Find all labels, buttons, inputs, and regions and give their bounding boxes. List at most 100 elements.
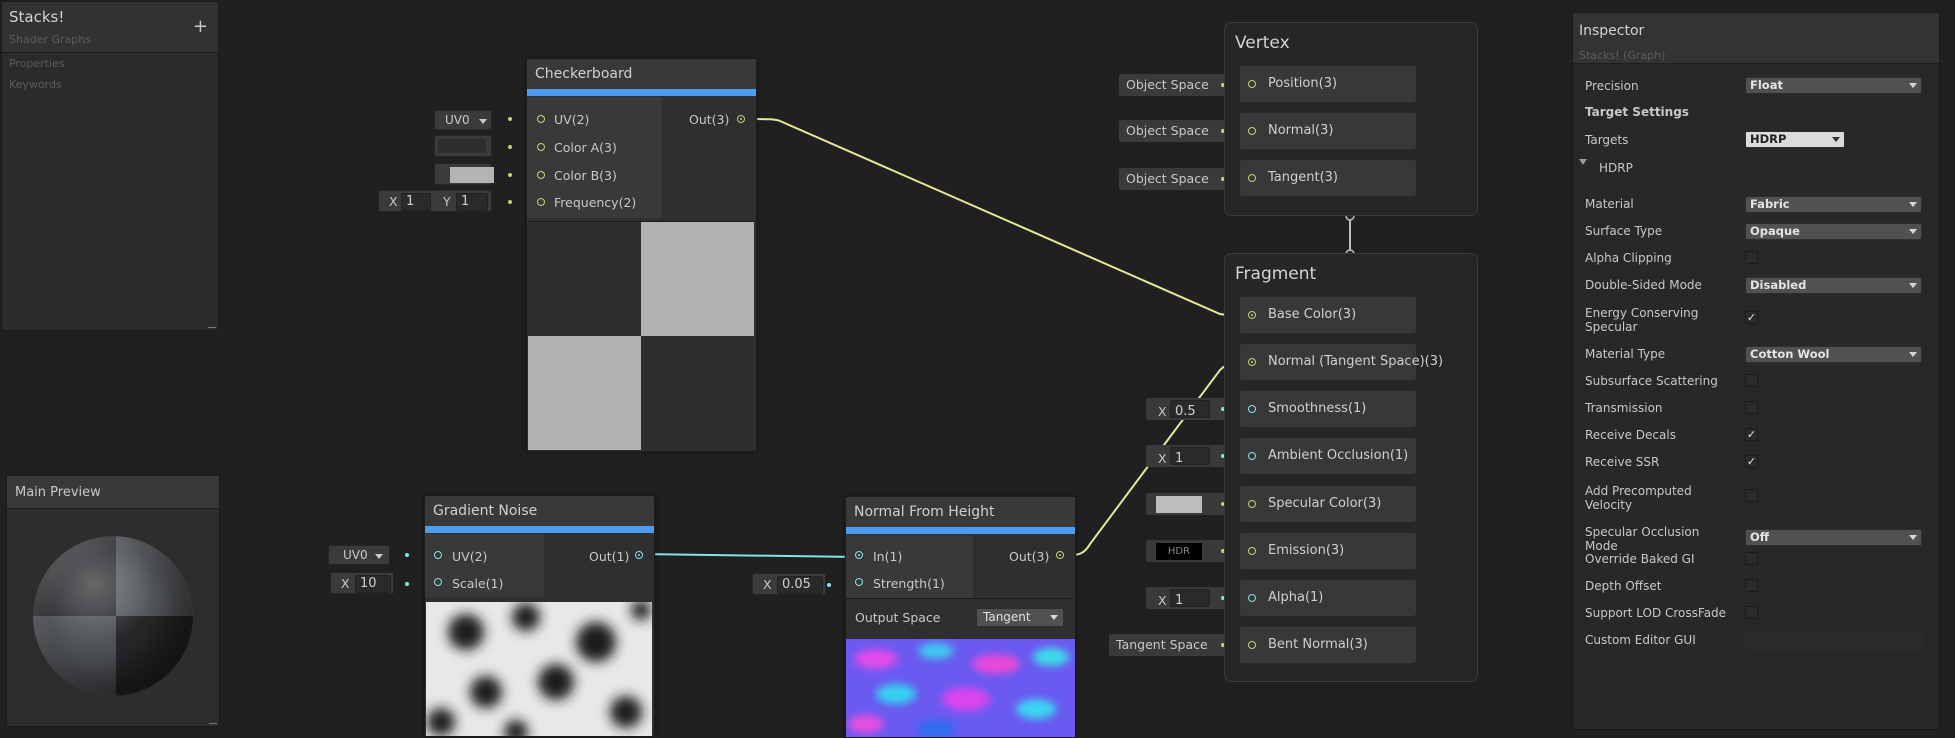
smoothness-field[interactable]: X 0.5 xyxy=(1146,398,1225,420)
port-noise-out[interactable]: Out(1) xyxy=(589,549,629,564)
preview-resize-handle[interactable] xyxy=(209,723,217,724)
noise-scale-field[interactable]: X 10 xyxy=(330,572,394,594)
fragment-stack[interactable]: Fragment Base Color(3) Normal (Tangent S… xyxy=(1224,253,1478,682)
block-specular-color[interactable]: Specular Color(3) xyxy=(1239,485,1417,523)
block-alpha[interactable]: Alpha(1) xyxy=(1239,579,1417,617)
inspector-dropdown[interactable]: Cotton Wool xyxy=(1745,346,1922,363)
uv-port-dot[interactable] xyxy=(537,115,545,123)
alpha-input[interactable]: 1 xyxy=(1170,589,1210,608)
port-noise-scale[interactable]: Scale(1) xyxy=(452,576,503,591)
precision-dropdown[interactable]: Float xyxy=(1745,77,1922,94)
checkerboard-node[interactable]: Checkerboard UV(2) Color A(3) Color B(3)… xyxy=(526,58,757,452)
position-port-dot[interactable] xyxy=(1248,80,1256,88)
bent-normal-port-dot[interactable] xyxy=(1248,641,1256,649)
base-color-port-dot[interactable] xyxy=(1248,311,1256,319)
smoothness-port-dot[interactable] xyxy=(1248,405,1256,413)
specular-color-field[interactable] xyxy=(1146,493,1225,515)
noise-scale-input[interactable]: 10 xyxy=(355,575,391,593)
block-tangent[interactable]: Tangent(3) xyxy=(1239,159,1417,197)
block-base-color[interactable]: Base Color(3) xyxy=(1239,296,1417,334)
block-position[interactable]: Position(3) xyxy=(1239,65,1417,103)
strength-field[interactable]: X 0.05 xyxy=(752,573,826,595)
output-space-dropdown[interactable]: Tangent xyxy=(976,608,1064,627)
vertex-stack[interactable]: Vertex Position(3) Normal(3) Tangent(3) xyxy=(1224,22,1478,216)
vertex-normal-space[interactable]: Object Space xyxy=(1119,120,1226,142)
checkbox-checked[interactable]: ✓ xyxy=(1745,311,1758,324)
frequency-y-input[interactable]: 1 xyxy=(456,193,488,211)
noise-scale-port-dot[interactable] xyxy=(434,578,442,586)
checkbox[interactable] xyxy=(1745,552,1758,565)
checkbox[interactable] xyxy=(1745,606,1758,619)
block-normal[interactable]: Normal(3) xyxy=(1239,112,1417,150)
port-in[interactable]: In(1) xyxy=(873,549,902,564)
inspector-dropdown[interactable]: Fabric xyxy=(1745,196,1922,213)
smoothness-input[interactable]: 0.5 xyxy=(1170,400,1210,419)
strength-input[interactable]: 0.05 xyxy=(777,576,823,594)
block-normal-tangent[interactable]: Normal (Tangent Space)(3) xyxy=(1239,343,1443,381)
tangent-port-dot[interactable] xyxy=(1248,174,1256,182)
resize-handle[interactable] xyxy=(208,327,216,328)
color-a-field[interactable] xyxy=(434,135,492,157)
port-color-a[interactable]: Color A(3) xyxy=(554,140,617,155)
noise-out-port-dot[interactable] xyxy=(635,551,643,559)
checkbox-checked[interactable]: ✓ xyxy=(1745,455,1758,468)
foldout-arrow-icon[interactable] xyxy=(1579,159,1587,165)
inspector-dropdown[interactable]: Opaque xyxy=(1745,223,1922,240)
checkbox[interactable] xyxy=(1745,489,1758,502)
chevron-down-icon xyxy=(1832,137,1840,142)
ambient-occlusion-field[interactable]: X 1 xyxy=(1146,445,1225,467)
vertex-position-space[interactable]: Object Space xyxy=(1119,74,1226,96)
alpha-field[interactable]: X 1 xyxy=(1146,587,1225,609)
inspector-dropdown[interactable]: Off xyxy=(1745,529,1922,546)
section-keywords[interactable]: Keywords xyxy=(9,78,62,91)
gradient-noise-node[interactable]: Gradient Noise UV(2) Scale(1) Out(1) xyxy=(424,495,655,737)
port-color-b[interactable]: Color B(3) xyxy=(554,168,617,183)
frequency-x-input[interactable]: 1 xyxy=(401,193,431,211)
normal-from-height-node[interactable]: Normal From Height In(1) Strength(1) Out… xyxy=(845,496,1076,738)
inspector-dropdown[interactable] xyxy=(1745,632,1922,649)
alpha-port-dot[interactable] xyxy=(1248,594,1256,602)
normal-port-dot[interactable] xyxy=(1248,127,1256,135)
block-emission[interactable]: Emission(3) xyxy=(1239,532,1417,570)
port-frequency[interactable]: Frequency(2) xyxy=(554,195,636,210)
color-b-port-dot[interactable] xyxy=(537,171,545,179)
block-smoothness[interactable]: Smoothness(1) xyxy=(1239,390,1417,428)
checkbox[interactable] xyxy=(1745,251,1758,264)
ambient-occlusion-input[interactable]: 1 xyxy=(1170,447,1210,466)
section-properties[interactable]: Properties xyxy=(9,57,65,70)
emission-port-dot[interactable] xyxy=(1248,547,1256,555)
ambient-occlusion-port-dot[interactable] xyxy=(1248,452,1256,460)
out-port-dot[interactable] xyxy=(737,115,745,123)
specular-color-port-dot[interactable] xyxy=(1248,500,1256,508)
color-a-port-dot[interactable] xyxy=(537,143,545,151)
normal-tangent-port-dot[interactable] xyxy=(1248,358,1256,366)
noise-uv-dropdown[interactable]: UV0 xyxy=(328,545,390,565)
hdrp-foldout-label[interactable]: HDRP xyxy=(1599,161,1633,175)
color-b-field[interactable] xyxy=(434,163,494,185)
block-bent-normal[interactable]: Bent Normal(3) xyxy=(1239,626,1417,664)
noise-uv-port-dot[interactable] xyxy=(434,551,442,559)
add-property-button[interactable]: + xyxy=(193,18,208,36)
frequency-field[interactable]: X 1 Y 1 xyxy=(378,190,492,212)
vertex-tangent-space[interactable]: Object Space xyxy=(1119,168,1226,190)
checkbox[interactable] xyxy=(1745,579,1758,592)
in-port-dot[interactable] xyxy=(855,551,863,559)
port-noise-uv[interactable]: UV(2) xyxy=(452,549,487,564)
checkbox-checked[interactable]: ✓ xyxy=(1745,428,1758,441)
checkbox[interactable] xyxy=(1745,401,1758,414)
port-uv[interactable]: UV(2) xyxy=(554,112,589,127)
port-strength[interactable]: Strength(1) xyxy=(873,576,945,591)
port-normal-out[interactable]: Out(3) xyxy=(1009,549,1049,564)
frequency-port-dot[interactable] xyxy=(537,198,545,206)
inspector-dropdown[interactable]: Disabled xyxy=(1745,277,1922,294)
block-ambient-occlusion[interactable]: Ambient Occlusion(1) xyxy=(1239,437,1417,475)
targets-dropdown[interactable]: HDRP xyxy=(1745,131,1845,148)
normal-out-port-dot[interactable] xyxy=(1056,551,1064,559)
bent-normal-space[interactable]: Tangent Space xyxy=(1109,634,1226,656)
port-out[interactable]: Out(3) xyxy=(689,112,729,127)
emission-field[interactable]: HDR xyxy=(1146,540,1225,562)
strength-port-dot[interactable] xyxy=(855,578,863,586)
checkerboard-uv-dropdown[interactable]: UV0 xyxy=(434,110,492,130)
checkbox[interactable] xyxy=(1745,374,1758,387)
preview-sphere[interactable] xyxy=(33,536,193,696)
